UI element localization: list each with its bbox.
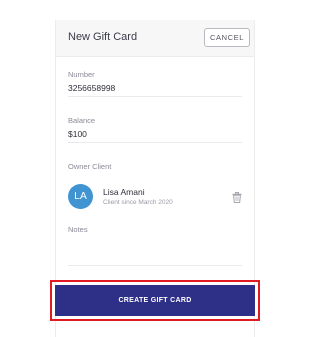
client-name: Lisa Amani (103, 187, 145, 197)
notes-underline (68, 265, 242, 266)
panel-header: New Gift Card CANCEL (56, 20, 254, 57)
balance-field[interactable]: $100 (68, 129, 87, 139)
cancel-button[interactable]: CANCEL (204, 28, 250, 47)
owner-client-card: LA Lisa Amani Client since March 2020 (68, 184, 244, 210)
client-since-text: Client since March 2020 (103, 199, 173, 206)
create-gift-card-button[interactable]: CREATE GIFT CARD (55, 285, 255, 316)
balance-label: Balance (68, 116, 96, 125)
notes-label: Notes (68, 225, 88, 234)
create-button-highlight: CREATE GIFT CARD (50, 280, 260, 321)
page-title: New Gift Card (68, 31, 138, 43)
avatar: LA (68, 184, 93, 209)
number-underline (68, 96, 242, 97)
number-field[interactable]: 3256658998 (68, 83, 115, 93)
owner-client-label: Owner Client (68, 162, 112, 171)
trash-icon[interactable] (232, 192, 242, 203)
balance-underline (68, 142, 242, 143)
notes-field[interactable] (68, 238, 242, 264)
number-label: Number (68, 70, 95, 79)
